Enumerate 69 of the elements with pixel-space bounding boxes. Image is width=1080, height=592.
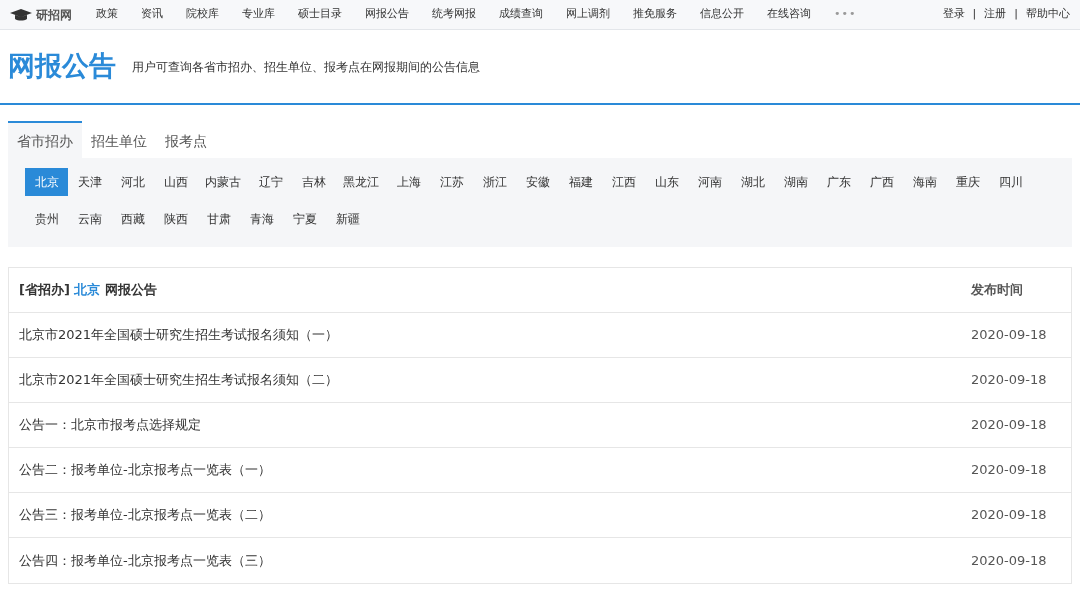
province-tab[interactable]: 山西 bbox=[154, 168, 197, 196]
column-header: 发布时间 bbox=[971, 281, 1024, 300]
announcement-link[interactable]: 公告三：报考单位-北京报考点一览表（二） bbox=[19, 505, 971, 525]
province-tab[interactable]: 上海 bbox=[387, 168, 430, 196]
province-tab[interactable]: 西藏 bbox=[111, 205, 154, 233]
province-tab[interactable]: 青海 bbox=[240, 205, 283, 233]
province-tab[interactable]: 宁夏 bbox=[283, 205, 326, 233]
province-tab[interactable]: 云南 bbox=[68, 205, 111, 233]
province-tab[interactable]: 安徽 bbox=[516, 168, 559, 196]
province-tab[interactable]: 吉林 bbox=[292, 168, 335, 196]
table-cell-text: 2020-09-18 bbox=[971, 371, 1048, 390]
province-tab[interactable]: 内蒙古 bbox=[197, 168, 249, 196]
tab[interactable]: 招生单位 bbox=[82, 121, 156, 158]
province-tab[interactable]: 天津 bbox=[68, 168, 111, 196]
announcement-link[interactable]: 北京市2021年全国硕士研究生招生考试报名须知（二） bbox=[19, 370, 971, 390]
nav-link[interactable]: 信息公开 bbox=[700, 6, 744, 23]
nav-link[interactable]: 在线咨询 bbox=[767, 6, 811, 23]
nav-link[interactable]: 资讯 bbox=[141, 6, 163, 23]
table-cell-text: 2020-09-18 bbox=[971, 551, 1048, 570]
announcement-link[interactable]: 公告四：报考单位-北京报考点一览表（三） bbox=[19, 550, 971, 571]
announcement-link[interactable]: 公告二：报考单位-北京报考点一览表（一） bbox=[19, 460, 971, 480]
province-tab[interactable]: 重庆 bbox=[946, 168, 989, 196]
table-heading: [省招办] 北京 网报公告 bbox=[19, 281, 158, 300]
province-tab[interactable]: 河北 bbox=[111, 168, 154, 196]
province-tab[interactable]: 浙江 bbox=[473, 168, 516, 196]
nav-link[interactable]: 政策 bbox=[96, 6, 118, 23]
province-tab[interactable]: 陕西 bbox=[154, 205, 197, 233]
separator: | bbox=[972, 6, 977, 23]
province-tab[interactable]: 辽宁 bbox=[249, 168, 292, 196]
tab[interactable]: 报考点 bbox=[156, 121, 216, 158]
account-link[interactable]: 帮助中心 bbox=[1026, 6, 1070, 23]
province-tab[interactable]: 江苏 bbox=[430, 168, 473, 196]
province-tab[interactable]: 江西 bbox=[602, 168, 645, 196]
province-tab[interactable]: 贵州 bbox=[25, 205, 68, 233]
page-title: 网报公告 bbox=[8, 50, 116, 83]
announcement-link[interactable]: 公告一：北京市报考点选择规定 bbox=[19, 415, 971, 435]
nav-link[interactable]: 推免服务 bbox=[633, 6, 677, 23]
province-tab[interactable]: 湖北 bbox=[731, 168, 774, 196]
site-logo[interactable]: 研招网 bbox=[36, 5, 72, 24]
province-tab[interactable]: 广东 bbox=[817, 168, 860, 196]
nav-link[interactable]: 网上调剂 bbox=[566, 6, 610, 23]
province-tab[interactable]: 黑龙江 bbox=[335, 168, 387, 196]
account-link[interactable]: 登录 bbox=[942, 6, 965, 23]
nav-link[interactable]: 网报公告 bbox=[365, 6, 409, 23]
table-cell-text: 2020-09-18 bbox=[971, 416, 1048, 435]
mortarboard-icon bbox=[10, 8, 32, 21]
province-tab[interactable]: 甘肃 bbox=[197, 205, 240, 233]
table-cell-text: 2020-09-18 bbox=[971, 326, 1048, 345]
province-tab[interactable]: 北京 bbox=[25, 168, 68, 196]
province-tab[interactable]: 四川 bbox=[989, 168, 1032, 196]
nav-link[interactable]: 院校库 bbox=[186, 6, 219, 23]
tab[interactable]: 省市招办 bbox=[8, 121, 82, 158]
nav-link[interactable]: 专业库 bbox=[242, 6, 275, 23]
province-tab[interactable]: 广西 bbox=[860, 168, 903, 196]
province-tab[interactable]: 山东 bbox=[645, 168, 688, 196]
province-tab[interactable]: 湖南 bbox=[774, 168, 817, 196]
province-tab[interactable]: 河南 bbox=[688, 168, 731, 196]
announcement-link[interactable]: 北京市2021年全国硕士研究生招生考试报名须知（一） bbox=[19, 325, 971, 345]
province-tab[interactable]: 福建 bbox=[559, 168, 602, 196]
province-tab[interactable]: 海南 bbox=[903, 168, 946, 196]
table-cell-text: 2020-09-18 bbox=[971, 461, 1048, 480]
nav-link[interactable]: 统考网报 bbox=[432, 6, 476, 23]
nav-link[interactable]: 硕士目录 bbox=[298, 6, 342, 23]
province-tab[interactable]: 新疆 bbox=[326, 205, 369, 233]
page-description: 用户可查询各省市招办、招生单位、报考点在网报期间的公告信息 bbox=[132, 58, 480, 76]
table-cell-text: 2020-09-18 bbox=[971, 506, 1048, 525]
account-link[interactable]: 注册 bbox=[984, 6, 1007, 23]
nav-link[interactable]: 成绩查询 bbox=[499, 6, 543, 23]
separator: | bbox=[1014, 6, 1018, 23]
